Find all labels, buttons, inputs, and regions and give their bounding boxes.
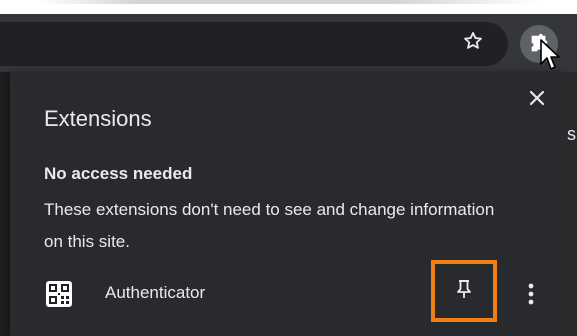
cropped-text: [40, 0, 540, 4]
browser-window: Extensions No access needed These extens…: [0, 0, 577, 336]
extension-name: Authenticator: [105, 283, 206, 302]
mouse-cursor-icon: [539, 38, 561, 72]
extension-row-authenticator[interactable]: Authenticator: [10, 258, 567, 330]
page-top-strip: [0, 0, 577, 14]
browser-toolbar: [0, 14, 577, 72]
extensions-popup: Extensions No access needed These extens…: [10, 72, 567, 336]
address-bar[interactable]: [0, 22, 508, 66]
page-edge: s: [567, 72, 577, 336]
close-icon[interactable]: [525, 86, 549, 110]
popup-title: Extensions: [44, 106, 152, 131]
pin-icon: [456, 279, 472, 304]
more-vert-icon[interactable]: [522, 280, 540, 308]
cropped-page-text: s: [567, 124, 576, 144]
section-description: These extensions don't need to see and c…: [44, 200, 495, 251]
qr-code-icon: [46, 281, 72, 307]
section-heading: No access needed: [44, 164, 193, 183]
pin-button[interactable]: [431, 260, 497, 322]
bookmark-star-icon[interactable]: [458, 26, 488, 56]
